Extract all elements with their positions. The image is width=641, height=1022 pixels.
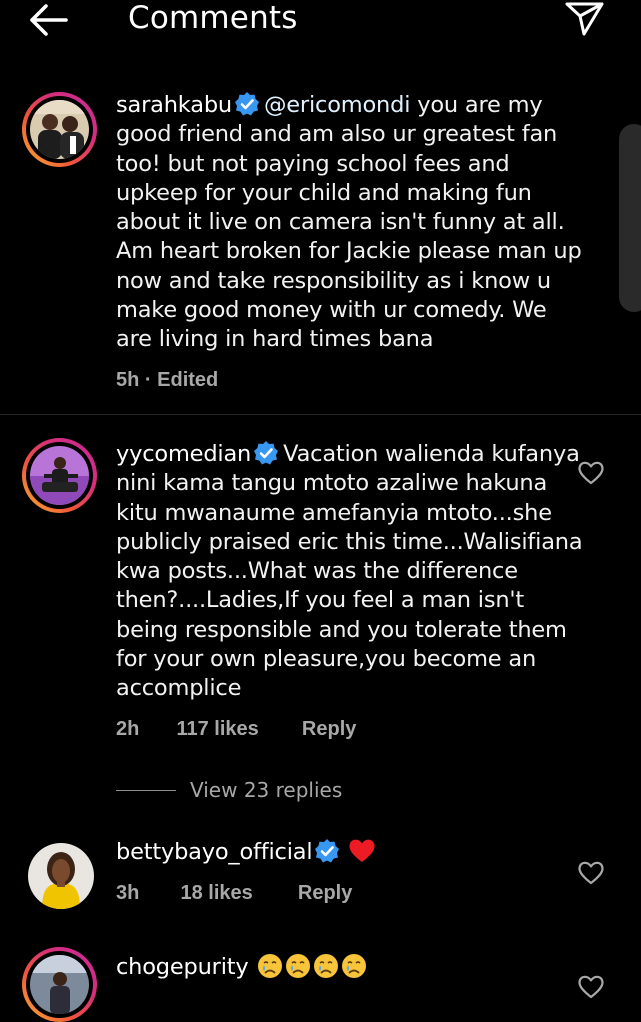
crying-emoji-group (255, 954, 367, 980)
edited-label: Edited (157, 369, 219, 391)
verified-badge-icon (315, 839, 340, 863)
likes-count[interactable]: 18 likes (180, 882, 252, 905)
username[interactable]: yycomedian (116, 441, 251, 467)
comment-meta: 3h 18 likes Reply (116, 882, 352, 905)
timestamp: 5h (116, 369, 140, 391)
avatar-photo (30, 446, 89, 505)
verified-badge-icon (234, 92, 259, 116)
like-heart-icon[interactable] (578, 461, 604, 485)
like-heart-icon[interactable] (578, 975, 604, 999)
comment-text: sarahkabu @ericomondi you are my good fr… (116, 91, 586, 355)
avatar[interactable] (28, 843, 94, 909)
comment-content: Vacation walienda kufanya nini kama tang… (116, 441, 583, 702)
mention-link[interactable]: @ericomondi (264, 92, 410, 118)
reply-button[interactable]: Reply (302, 718, 356, 741)
header: Comments (0, 0, 641, 42)
timestamp: 3h (116, 882, 140, 904)
comment-meta: 2h 117 likes Reply (116, 718, 356, 741)
avatar[interactable] (22, 438, 97, 513)
scrollbar[interactable] (619, 124, 641, 312)
separator: · (144, 369, 152, 391)
back-arrow-icon[interactable] (26, 2, 72, 38)
crying-face-emoji-icon (258, 954, 283, 978)
crying-face-emoji-icon (314, 954, 339, 978)
crying-face-emoji-icon (286, 954, 311, 978)
like-heart-icon[interactable] (578, 861, 604, 885)
divider (0, 414, 641, 415)
timestamp: 2h (116, 718, 140, 740)
verified-badge-icon (254, 441, 279, 465)
avatar-photo (28, 843, 94, 909)
reply-button[interactable]: Reply (298, 882, 352, 905)
likes-count[interactable]: 117 likes (176, 718, 258, 741)
username[interactable]: sarahkabu (116, 92, 232, 118)
replies-line (116, 790, 176, 791)
red-heart-emoji-icon (349, 839, 375, 862)
crying-face-emoji-icon (342, 954, 367, 978)
avatar-photo (30, 100, 89, 159)
comment-text: chogepurity (116, 953, 586, 982)
view-replies-label[interactable]: View 23 replies (190, 778, 342, 802)
username[interactable]: bettybayo_official (116, 839, 313, 865)
page-title: Comments (128, 0, 298, 36)
comment-meta: 5h · Edited (116, 369, 218, 392)
username[interactable]: chogepurity (116, 954, 249, 980)
comment-text: bettybayo_official (116, 838, 586, 867)
avatar-photo (30, 955, 89, 1014)
comment-text: yycomedian Vacation walienda kufanya nin… (116, 440, 586, 704)
send-icon[interactable] (560, 0, 608, 38)
comment-content: you are my good friend and am also ur gr… (116, 92, 582, 353)
avatar[interactable] (22, 92, 97, 167)
avatar[interactable] (22, 947, 97, 1022)
